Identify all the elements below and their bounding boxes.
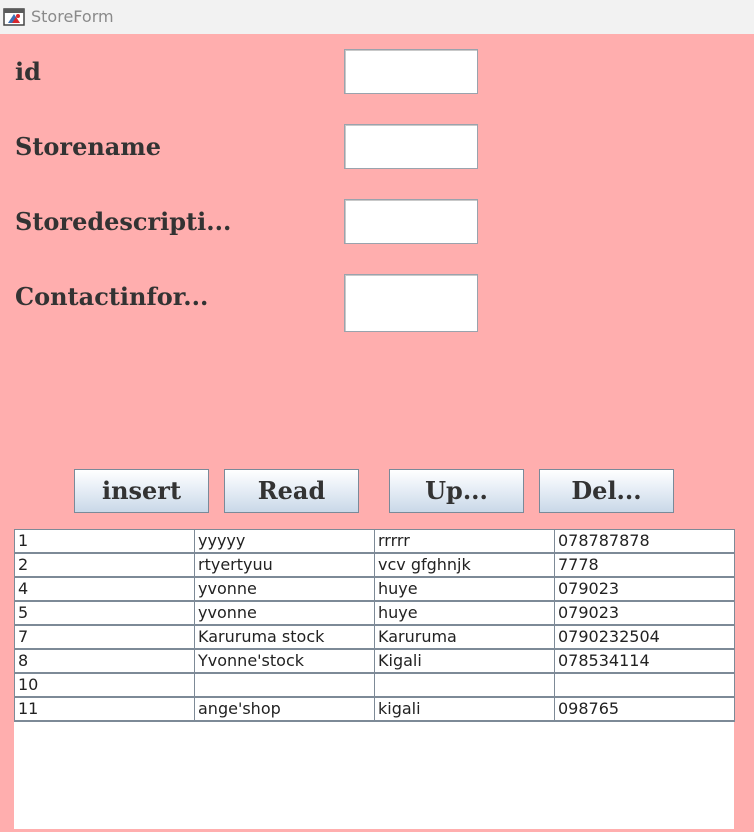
- table-cell-storename[interactable]: yyyyy: [194, 529, 375, 554]
- table-cell-id[interactable]: 10: [14, 673, 195, 698]
- table-cell-contact[interactable]: 078787878: [554, 529, 735, 554]
- table-row[interactable]: 7 Karuruma stock Karuruma 0790232504: [14, 625, 735, 650]
- table-row[interactable]: 1 yyyyy rrrrr 078787878: [14, 529, 735, 554]
- table-row[interactable]: 10: [14, 673, 735, 698]
- insert-button[interactable]: insert: [74, 469, 209, 513]
- table-cell-description[interactable]: Karuruma: [374, 625, 555, 650]
- store-table[interactable]: 1 yyyyy rrrrr 078787878 2 rtyertyuu vcv …: [14, 529, 735, 829]
- window-title: StoreForm: [31, 7, 114, 26]
- table-cell-id[interactable]: 4: [14, 577, 195, 602]
- table-cell-description[interactable]: huye: [374, 601, 555, 626]
- table-cell-description[interactable]: huye: [374, 577, 555, 602]
- table-cell-contact[interactable]: [554, 673, 735, 698]
- table-cell-id[interactable]: 5: [14, 601, 195, 626]
- table-cell-description[interactable]: Kigali: [374, 649, 555, 674]
- table-cell-storename[interactable]: Yvonne'stock: [194, 649, 375, 674]
- table-cell-contact[interactable]: 0790232504: [554, 625, 735, 650]
- table-cell-storename[interactable]: yvonne: [194, 601, 375, 626]
- table-cell-contact[interactable]: 079023: [554, 601, 735, 626]
- contactinfo-field[interactable]: [344, 274, 478, 332]
- table-cell-contact[interactable]: 078534114: [554, 649, 735, 674]
- table-row[interactable]: 11 ange'shop kigali 098765: [14, 697, 735, 722]
- delete-button[interactable]: Del...: [539, 469, 674, 513]
- storename-field[interactable]: [344, 124, 478, 169]
- table-cell-contact[interactable]: 7778: [554, 553, 735, 578]
- table-cell-description[interactable]: vcv gfghnjk: [374, 553, 555, 578]
- storename-label: Storename: [15, 132, 162, 161]
- read-button[interactable]: Read: [224, 469, 359, 513]
- table-row[interactable]: 4 yvonne huye 079023: [14, 577, 735, 602]
- table-cell-contact[interactable]: 098765: [554, 697, 735, 722]
- table-cell-contact[interactable]: 079023: [554, 577, 735, 602]
- update-button[interactable]: Up...: [389, 469, 524, 513]
- id-field[interactable]: [344, 49, 478, 94]
- table-cell-id[interactable]: 11: [14, 697, 195, 722]
- table-cell-description[interactable]: kigali: [374, 697, 555, 722]
- table-cell-id[interactable]: 1: [14, 529, 195, 554]
- table-cell-id[interactable]: 8: [14, 649, 195, 674]
- storedescription-label: Storedescripti...: [15, 207, 232, 236]
- table-cell-storename[interactable]: ange'shop: [194, 697, 375, 722]
- store-table-grid[interactable]: 1 yyyyy rrrrr 078787878 2 rtyertyuu vcv …: [14, 529, 735, 722]
- table-cell-id[interactable]: 2: [14, 553, 195, 578]
- table-cell-description[interactable]: rrrrr: [374, 529, 555, 554]
- table-row[interactable]: 8 Yvonne'stock Kigali 078534114: [14, 649, 735, 674]
- id-label: id: [15, 57, 41, 86]
- table-cell-id[interactable]: 7: [14, 625, 195, 650]
- storedescription-field[interactable]: [344, 199, 478, 244]
- table-cell-description[interactable]: [374, 673, 555, 698]
- table-row[interactable]: 5 yvonne huye 079023: [14, 601, 735, 626]
- table-cell-storename[interactable]: rtyertyuu: [194, 553, 375, 578]
- table-cell-storename[interactable]: [194, 673, 375, 698]
- table-cell-storename[interactable]: Karuruma stock: [194, 625, 375, 650]
- java-app-icon: [3, 8, 25, 26]
- contactinfo-label: Contactinfor...: [15, 282, 209, 311]
- title-bar: StoreForm: [0, 0, 754, 34]
- table-cell-storename[interactable]: yvonne: [194, 577, 375, 602]
- table-row[interactable]: 2 rtyertyuu vcv gfghnjk 7778: [14, 553, 735, 578]
